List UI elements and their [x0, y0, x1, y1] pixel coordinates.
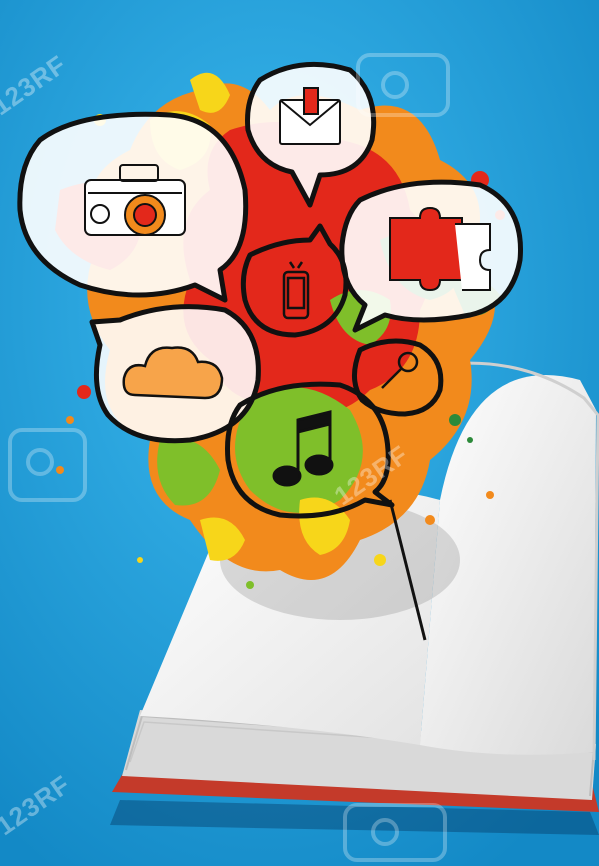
illustration: [0, 0, 599, 866]
